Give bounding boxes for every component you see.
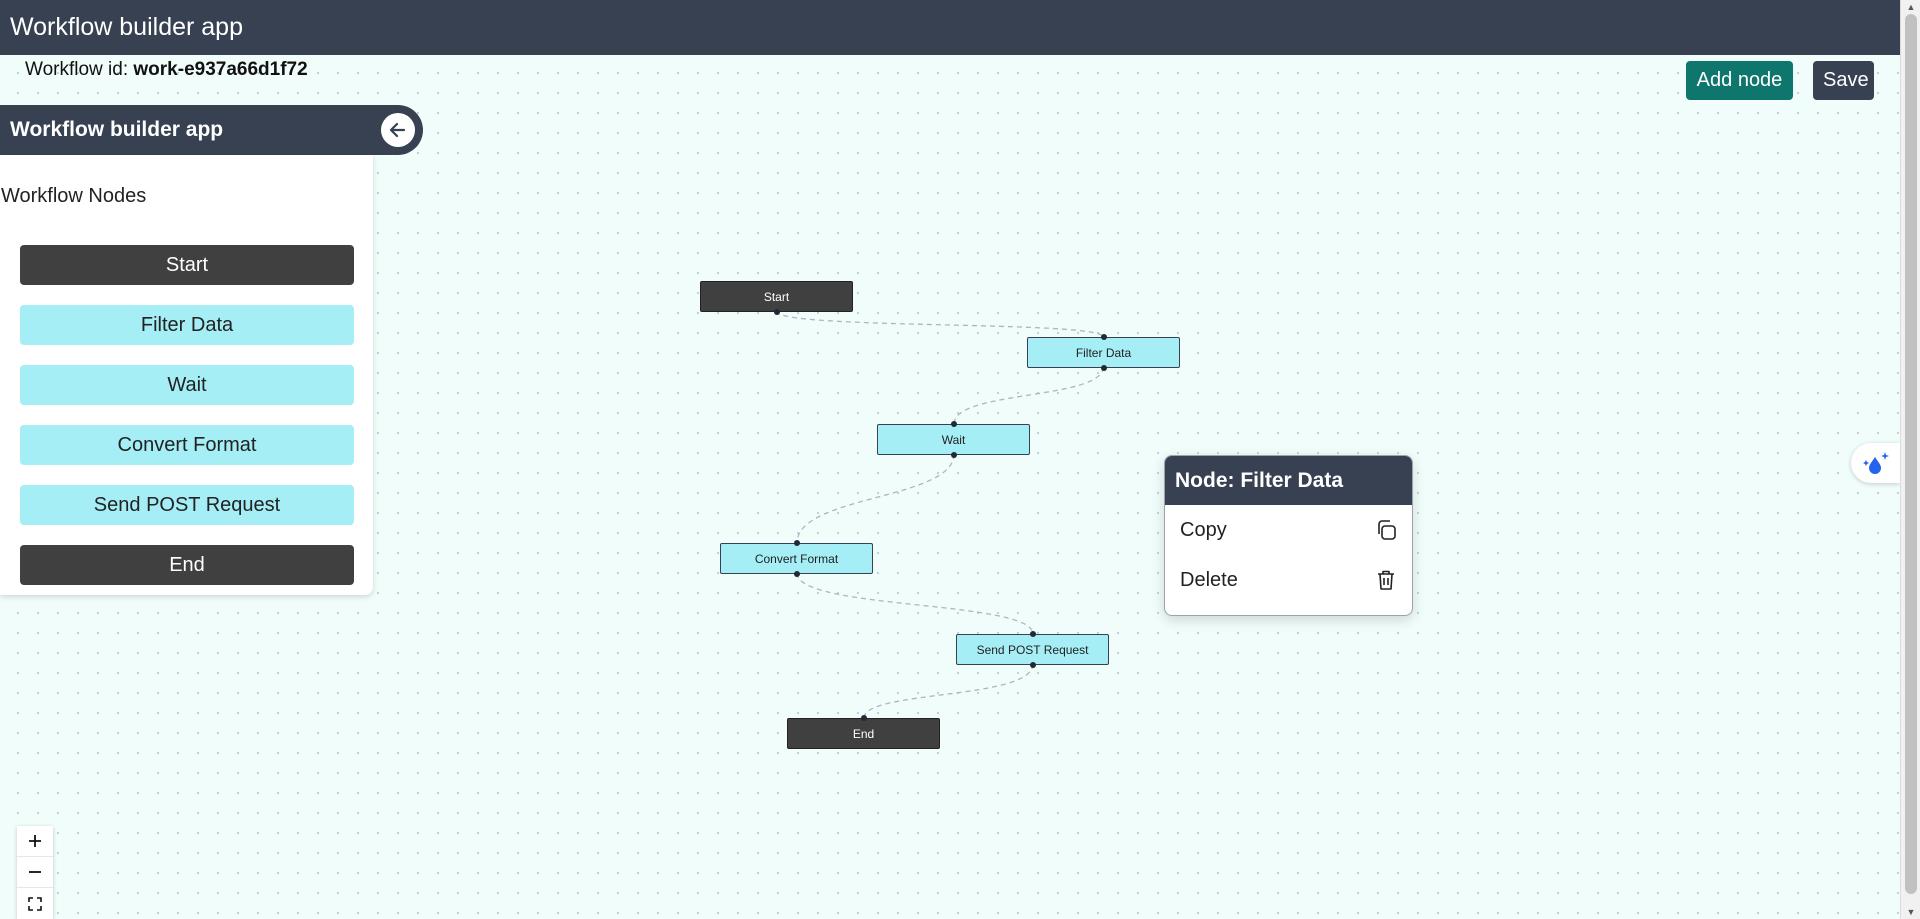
fit-view-icon [28,896,42,911]
edge-wait-convert [796,453,955,544]
sidebar-item-convert-format[interactable]: Convert Format [20,425,354,465]
source-handle[interactable] [773,309,780,315]
sidebar-item-filter-data[interactable]: Filter Data [20,305,354,345]
flow-node-wait[interactable]: Wait [877,421,1030,458]
save-button[interactable]: Save [1813,61,1874,100]
workflow-id-label: Workflow id: [25,59,129,80]
sidebar-panel: Workflow Nodes Start Filter Data Wait Co… [0,155,373,595]
node-context-menu: Node: Filter Data Copy Delete [1164,455,1413,616]
flow-node-filter-data[interactable]: Filter Data [1027,334,1180,371]
copy-icon [1378,520,1396,540]
arrow-left-icon [389,122,406,138]
node-label: Start [763,289,790,304]
trash-icon [1378,570,1394,590]
workflow-id-value: work-e937a66d1f72 [133,59,308,80]
sidebar-section-title: Workflow Nodes [1,185,147,207]
source-handle[interactable] [1100,365,1107,371]
edge-filter-wait [953,366,1104,425]
target-handle[interactable] [950,421,957,427]
node-label: Filter Data [1075,345,1132,360]
target-handle[interactable] [1100,334,1107,340]
context-menu-title: Node: Filter Data [1165,456,1412,505]
target-handle[interactable] [793,540,800,546]
workflow-id: Workflow id: work-e937a66d1f72 [25,59,308,81]
delete-menu-item[interactable]: Delete [1165,555,1412,605]
add-node-button[interactable]: Add node [1686,61,1793,100]
sidebar-item-start[interactable]: Start [20,245,354,285]
source-handle[interactable] [793,571,800,577]
edge-convert-post [796,572,1034,635]
node-label: Convert Format [754,551,839,566]
minus-icon [29,871,41,873]
edge-start-filter [775,310,1104,338]
flow-node-start[interactable]: Start [700,281,853,315]
source-handle[interactable] [1029,662,1036,668]
zoom-out-button[interactable] [17,857,53,888]
fit-view-button[interactable] [17,888,53,919]
source-handle[interactable] [950,452,957,458]
assistant-button[interactable] [1851,443,1900,483]
flow-node-end[interactable]: End [787,715,940,749]
scroll-down-icon[interactable]: ▼ [1901,905,1920,919]
flow-node-convert-format[interactable]: Convert Format [720,540,873,577]
vertical-scrollbar[interactable]: ▲ ▼ [1900,0,1920,919]
zoom-controls [17,826,53,919]
target-handle[interactable] [860,715,867,721]
node-label: End [852,726,875,741]
app-header: Workflow builder app [0,0,1900,55]
sidebar-title: Workflow builder app [10,118,224,141]
zoom-in-button[interactable] [17,826,53,857]
node-label: Wait [941,432,966,447]
sidebar-item-end[interactable]: End [20,545,354,585]
sidebar-item-send-post-request[interactable]: Send POST Request [20,485,354,525]
flow-node-send-post-request[interactable]: Send POST Request [956,631,1109,668]
delete-label: Delete [1180,568,1238,591]
app-title: Workflow builder app [10,13,243,41]
copy-label: Copy [1180,518,1227,541]
node-label: Send POST Request [976,642,1089,657]
collapse-sidebar-button[interactable] [381,113,415,147]
sidebar-item-wait[interactable]: Wait [20,365,354,405]
sparkle-drop-icon [1862,452,1889,474]
scroll-up-icon[interactable]: ▲ [1901,0,1920,14]
copy-menu-item[interactable]: Copy [1165,505,1412,555]
edge-post-end [863,663,1034,719]
sidebar-header: Workflow builder app [0,105,423,155]
target-handle[interactable] [1029,631,1036,637]
plus-icon [29,835,41,847]
scrollbar-thumb[interactable] [1905,14,1917,894]
